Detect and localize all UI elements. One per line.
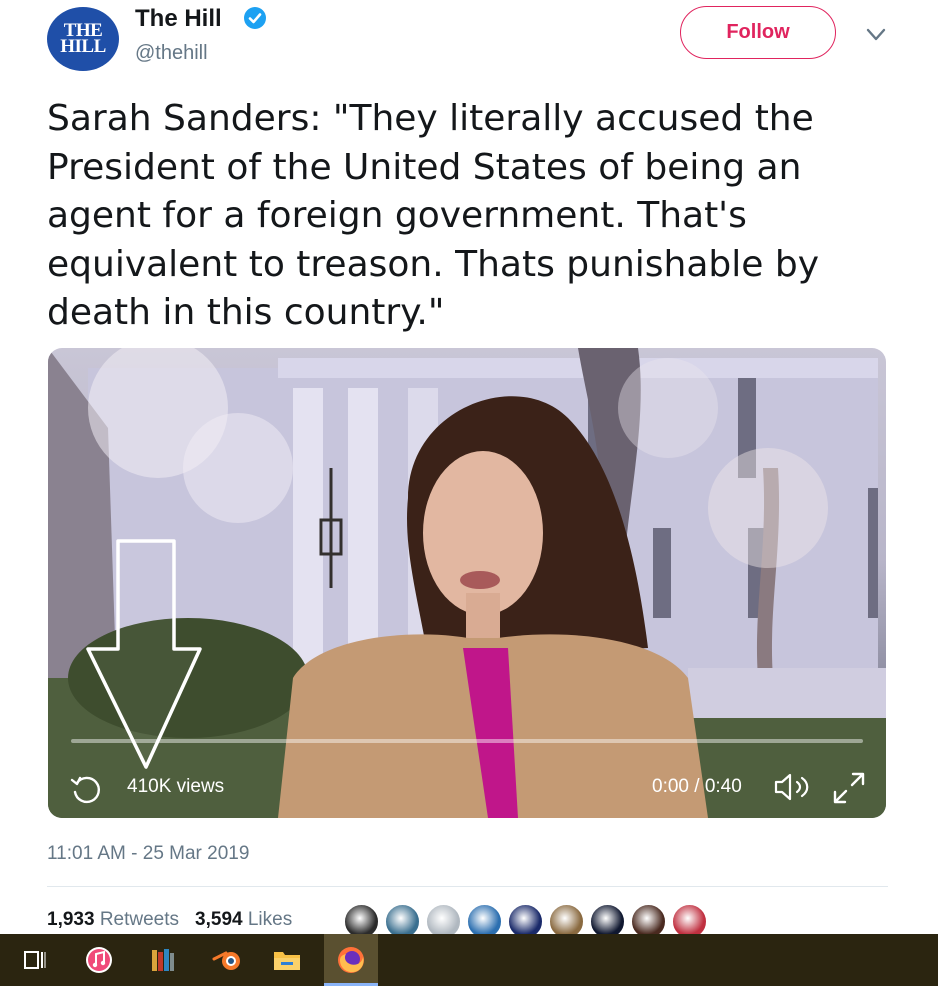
arrow-annotation-icon [86,539,202,769]
engagement-stats: 1,933 Retweets 3,594 Likes [47,909,308,931]
replay-icon[interactable] [68,772,102,806]
verified-badge-icon [244,7,266,29]
retweets-stat[interactable]: 1,933 Retweets [47,909,179,931]
firefox-icon[interactable] [324,934,378,986]
tweet-timestamp[interactable]: 11:01 AM - 25 Mar 2019 [47,843,249,865]
account-handle[interactable]: @thehill [135,42,208,65]
video-player[interactable]: 410K views 0:00 / 0:40 [48,348,886,818]
taskbar [0,934,938,986]
retweets-label: Retweets [99,909,180,930]
library-icon[interactable] [140,934,186,986]
video-timecode: 0:00 / 0:40 [652,776,742,797]
likes-count: 3,594 [195,909,243,930]
retweets-count: 1,933 [47,909,95,930]
tweet-text: Sarah Sanders: "They literally accused t… [47,98,820,333]
chevron-down-icon[interactable] [866,28,886,42]
likes-label: Likes [247,909,293,930]
blender-icon[interactable] [204,934,250,986]
itunes-icon[interactable] [76,934,122,986]
file-explorer-icon[interactable] [264,934,310,986]
account-avatar[interactable]: THE HILL [47,7,119,71]
account-name[interactable]: The Hill [135,5,222,33]
task-view-icon[interactable] [12,934,58,986]
likes-stat[interactable]: 3,594 Likes [195,909,292,931]
volume-icon[interactable] [772,770,814,804]
divider [47,886,888,887]
video-views: 410K views [127,776,225,797]
follow-button[interactable]: Follow [680,6,836,59]
avatar-text-line2: HILL [60,36,106,57]
expand-icon[interactable] [831,770,867,806]
